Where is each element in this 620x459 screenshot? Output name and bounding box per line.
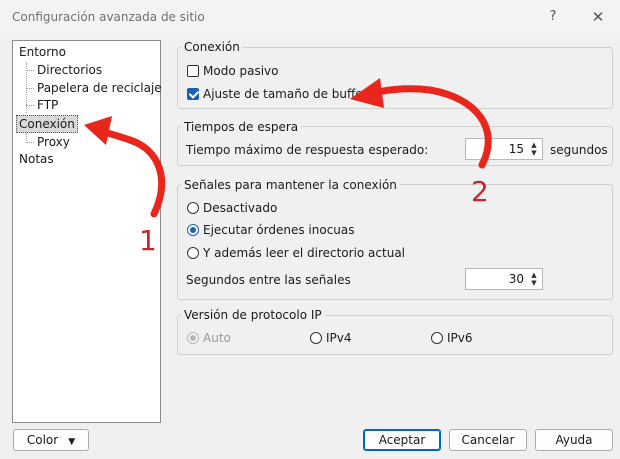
spin-down-icon[interactable]: ▼ (528, 149, 540, 157)
tree-connector (26, 105, 34, 106)
timeout-label: Tiempo máximo de respuesta esperado: (186, 143, 429, 157)
passive-mode-row[interactable]: Modo pasivo (187, 63, 278, 79)
spin-up-icon[interactable]: ▲ (528, 271, 540, 279)
ip-option-ipv4[interactable]: IPv4 (310, 330, 352, 346)
keepalive-option-listdir[interactable]: Y además leer el directorio actual (187, 245, 405, 261)
tree-connector (26, 70, 34, 71)
ip-group-title: Versión de protocolo IP (181, 308, 325, 322)
keepalive-option-commands[interactable]: Ejecutar órdenes inocuas (187, 222, 355, 238)
radio-listdir-label: Y además leer el directorio actual (203, 246, 406, 260)
spin-down-icon[interactable]: ▼ (528, 279, 540, 287)
ip-option-auto: Auto (187, 330, 231, 346)
buffer-checkbox[interactable] (187, 88, 199, 100)
interval-spinner[interactable]: 30 ▲ ▼ (465, 268, 543, 290)
radio-ipv4-label: IPv4 (326, 331, 352, 345)
tree-item-ftp[interactable]: FTP (37, 97, 58, 113)
keepalive-option-off[interactable]: Desactivado (187, 200, 277, 216)
tree-item-notas[interactable]: Notas (19, 151, 54, 167)
passive-mode-checkbox[interactable] (187, 65, 199, 77)
keepalive-group-title: Señales para mantener la conexión (181, 178, 400, 192)
interval-value: 30 (508, 272, 524, 286)
tree-item-entorno[interactable]: Entorno (19, 44, 66, 60)
timeout-spinner[interactable]: 15 ▲ ▼ (465, 138, 543, 160)
radio-ipv6[interactable] (431, 332, 443, 344)
tree-item-proxy[interactable]: Proxy (37, 134, 70, 150)
radio-commands[interactable] (187, 224, 199, 236)
radio-listdir[interactable] (187, 247, 199, 259)
ip-option-ipv6[interactable]: IPv6 (431, 330, 473, 346)
tree-connector (26, 142, 34, 143)
buffer-label: Ajuste de tamaño de buffer (203, 87, 368, 101)
radio-auto (187, 332, 199, 344)
color-button[interactable]: Color ▼ (13, 429, 89, 451)
close-icon[interactable]: ✕ (585, 6, 611, 28)
conexion-group-title: Conexión (181, 40, 243, 54)
help-button[interactable]: Ayuda (535, 429, 613, 451)
timeouts-group-title: Tiempos de espera (181, 120, 302, 134)
radio-ipv6-label: IPv6 (447, 331, 473, 345)
cancel-button[interactable]: Cancelar (449, 429, 527, 451)
tree-connector (26, 88, 34, 89)
timeout-value: 15 (508, 142, 524, 156)
radio-auto-label: Auto (203, 331, 231, 345)
radio-off[interactable] (187, 202, 199, 214)
color-button-label: Color (26, 433, 59, 447)
radio-commands-label: Ejecutar órdenes inocuas (203, 223, 355, 237)
window-title: Configuración avanzada de sitio (12, 10, 205, 24)
accept-button[interactable]: Aceptar (363, 429, 441, 451)
passive-mode-label: Modo pasivo (203, 64, 279, 78)
title-bar: Configuración avanzada de sitio ? ✕ (0, 0, 620, 34)
tree-item-conexion[interactable]: Conexión (16, 115, 78, 133)
chevron-down-icon: ▼ (68, 437, 76, 447)
annotation-number-2: 2 (471, 175, 489, 208)
annotation-number-1: 1 (139, 224, 157, 257)
buffer-row[interactable]: Ajuste de tamaño de buffer (187, 86, 368, 102)
tree-item-papelera[interactable]: Papelera de reciclaje (37, 80, 162, 96)
help-icon[interactable]: ? (540, 6, 566, 28)
timeout-unit: segundos (550, 143, 608, 157)
radio-ipv4[interactable] (310, 332, 322, 344)
tree-item-directorios[interactable]: Directorios (37, 62, 102, 78)
spin-up-icon[interactable]: ▲ (528, 141, 540, 149)
interval-label: Segundos entre las señales (186, 273, 351, 287)
radio-off-label: Desactivado (203, 201, 278, 215)
